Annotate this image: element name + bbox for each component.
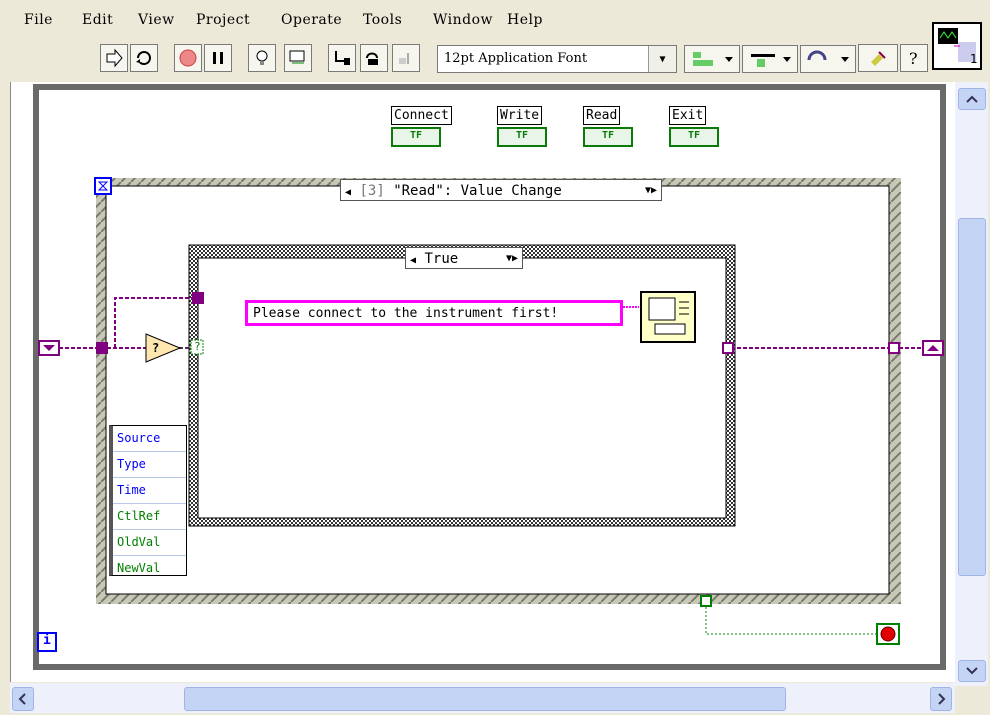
chevron-down-icon[interactable]: ▼ [648, 46, 676, 72]
read-control[interactable]: Read TF [583, 104, 633, 147]
read-label: Read [583, 106, 621, 125]
message-string-constant[interactable]: Please connect to the instrument first! [245, 300, 623, 326]
event-data-ctlref[interactable]: CtlRef [113, 504, 186, 530]
compare-symbol: ? [152, 341, 160, 355]
write-label: Write [497, 106, 543, 125]
align-objects-dropdown[interactable] [684, 45, 740, 73]
retain-wire-values-icon[interactable] [284, 44, 312, 72]
horizontal-scroll-thumb[interactable] [184, 687, 786, 711]
step-into-icon[interactable] [328, 44, 356, 72]
scroll-down-icon[interactable] [958, 660, 986, 682]
clean-up-diagram-icon[interactable] [858, 44, 898, 72]
bool-symbol: ? [194, 340, 201, 353]
menu-edit[interactable]: Edit [82, 12, 113, 28]
exit-terminal[interactable]: TF [669, 127, 719, 147]
event-data-source[interactable]: Source [113, 426, 186, 452]
pause-icon[interactable] [204, 44, 232, 72]
write-control[interactable]: Write TF [497, 104, 547, 147]
run-continuously-icon[interactable] [130, 44, 158, 72]
case-selector[interactable]: ◀ True ▼▶ [405, 247, 523, 269]
iteration-label: i [43, 633, 51, 648]
exit-label: Exit [669, 106, 707, 125]
event-selector[interactable]: ◀ [3] "Read": Value Change ▼▶ [340, 179, 662, 201]
write-terminal[interactable]: TF [497, 127, 547, 147]
scroll-left-icon[interactable] [12, 687, 34, 711]
font-select-value: 12pt Application Font [444, 51, 588, 66]
event-selector-text: "Read": Value Change [393, 183, 562, 199]
read-terminal[interactable]: TF [583, 127, 633, 147]
menu-file[interactable]: File [24, 12, 53, 28]
case-selector-text: True [424, 251, 459, 267]
vi-icon[interactable]: 1 [932, 22, 982, 70]
reorder-dropdown[interactable] [800, 45, 856, 73]
vertical-scroll-thumb[interactable] [958, 218, 986, 576]
highlight-execution-icon[interactable] [248, 44, 276, 72]
block-diagram[interactable]: ◀ [3] "Read": Value Change ▼▶ ◀ True ▼▶ … [10, 82, 955, 682]
help-icon[interactable]: ? [900, 44, 928, 72]
scroll-right-icon[interactable] [930, 687, 952, 711]
vertical-scrollbar[interactable] [955, 82, 988, 686]
menu-project[interactable]: Project [196, 12, 250, 28]
menu-tools[interactable]: Tools [363, 12, 402, 28]
connect-control[interactable]: Connect TF [391, 104, 452, 147]
menu-bar: File Edit View Project Operate Tools Win… [0, 0, 930, 40]
font-select[interactable]: 12pt Application Font [437, 45, 677, 73]
event-data-oldval[interactable]: OldVal [113, 530, 186, 556]
event-data-type[interactable]: Type [113, 452, 186, 478]
event-data-newval[interactable]: NewVal [113, 556, 186, 581]
menu-window[interactable]: Window [433, 12, 493, 28]
connect-terminal[interactable]: TF [391, 127, 441, 147]
exit-control[interactable]: Exit TF [669, 104, 719, 147]
resize-grip[interactable] [955, 686, 988, 713]
svg-text:?: ? [909, 49, 918, 68]
connect-label: Connect [391, 106, 452, 125]
connector-pane-badge: 1 [970, 52, 978, 66]
menu-operate[interactable]: Operate [281, 12, 342, 28]
scroll-up-icon[interactable] [958, 88, 986, 110]
event-data-time[interactable]: Time [113, 478, 186, 504]
message-text: Please connect to the instrument first! [253, 306, 559, 321]
menu-help[interactable]: Help [507, 12, 543, 28]
distribute-objects-dropdown[interactable] [742, 45, 798, 73]
diagram-canvas [33, 84, 946, 670]
event-data-node[interactable]: Source Type Time CtlRef OldVal NewVal [109, 425, 187, 576]
event-selector-index: [3] [359, 183, 385, 199]
run-arrow-icon[interactable] [100, 44, 128, 72]
step-out-icon[interactable] [392, 44, 420, 72]
abort-icon[interactable] [174, 44, 202, 72]
horizontal-scrollbar[interactable] [10, 683, 955, 713]
menu-view[interactable]: View [138, 12, 175, 28]
step-over-icon[interactable] [360, 44, 388, 72]
